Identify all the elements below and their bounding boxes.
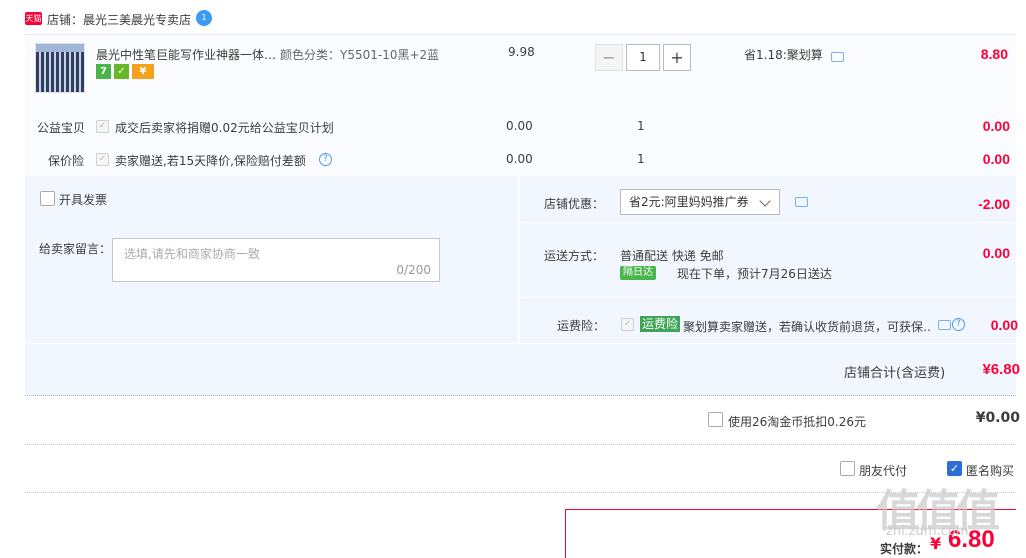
delivery-eta: 现在下单，预计7月26日送达	[677, 267, 832, 281]
quantity-stepper: − 1 +	[595, 44, 691, 71]
help-icon[interactable]: ?	[319, 153, 332, 166]
qty-input[interactable]: 1	[626, 44, 660, 71]
comment-icon[interactable]	[938, 320, 951, 330]
charity-checkbox: ✓	[96, 120, 109, 133]
freight-insurance-tag: 运费险	[640, 316, 681, 332]
freight-insurance-checkbox: ✓	[621, 318, 634, 331]
item-subtotal: 8.80	[980, 46, 1008, 62]
watermark-site: zhi.zdm.com	[886, 524, 969, 539]
price-protect-qty: 1	[637, 152, 645, 166]
credit-card-icon[interactable]: ¥	[132, 64, 154, 79]
price-protect-text: 卖家赠送,若15天降价,保险赔付差额	[115, 154, 306, 168]
freight-insurance-amount: 0.00	[990, 317, 1018, 333]
shop-discount-select[interactable]: 省2元:阿里妈妈推广券	[620, 189, 780, 215]
shop-total-label: 店铺合计(含运费)	[844, 366, 946, 381]
product-thumbnail[interactable]	[35, 43, 85, 93]
divider	[25, 492, 1016, 493]
unit-price: 9.98	[508, 45, 535, 59]
shop-total-amount: ¥6.80	[982, 361, 1020, 378]
service-icons: 7 ✓ ¥	[96, 64, 154, 79]
row-divider	[25, 343, 1016, 344]
message-label: 给卖家留言：	[39, 242, 112, 256]
shop-discount-amount: -2.00	[978, 196, 1010, 212]
charity-total: 0.00	[982, 118, 1010, 134]
help-icon[interactable]: ?	[952, 318, 965, 331]
divider	[25, 444, 1016, 445]
column-divider	[518, 176, 520, 344]
freight-insurance-label: 运费险：	[557, 319, 606, 333]
coins-amount: ¥0.00	[975, 410, 1020, 426]
shop-discount-selected: 省2元:阿里妈妈推广券	[629, 195, 749, 209]
price-protect-price: 0.00	[506, 152, 533, 166]
row-divider	[520, 222, 1016, 223]
charity-text: 成交后卖家将捐赠0.02元给公益宝贝计划	[115, 121, 334, 135]
freight-insurance-text: 聚划算卖家赠送，若确认收货前退货，可获保…	[683, 320, 931, 334]
next-day-tag: 隔日达	[620, 266, 656, 280]
message-char-count: 0/200	[396, 263, 431, 277]
message-placeholder: 选填,请先和商家协商一致	[124, 247, 260, 261]
item-discount: 省1.18:聚划算	[744, 48, 823, 62]
charity-qty: 1	[637, 119, 645, 133]
coins-checkbox[interactable]	[708, 412, 723, 427]
wangwang-chat-icon[interactable]: 1	[196, 10, 212, 26]
payment-label: 实付款：	[880, 542, 929, 556]
invoice-checkbox[interactable]	[40, 191, 55, 206]
anonymous-checkbox[interactable]: ✓	[947, 461, 962, 476]
charity-price: 0.00	[506, 119, 533, 133]
product-title-link[interactable]: 晨光中性笔巨能写作业神器一体…	[96, 46, 276, 63]
seven-day-return-icon[interactable]: 7	[96, 64, 111, 79]
price-protect-checkbox: ✓	[96, 153, 109, 166]
row-divider	[520, 297, 1016, 298]
discount-comment-icon[interactable]	[795, 197, 808, 207]
coins-label: 使用26淘金币抵扣0.26元	[728, 415, 866, 429]
invoice-label: 开具发票	[59, 193, 108, 207]
delivery-label: 运送方式：	[544, 249, 605, 263]
message-textarea[interactable]: 选填,请先和商家协商一致 0/200	[112, 238, 440, 282]
discount-comment-icon[interactable]	[831, 52, 844, 62]
qty-minus-button[interactable]: −	[595, 44, 623, 71]
chevron-down-icon	[759, 195, 771, 207]
tmall-badge: 天猫	[25, 12, 42, 25]
charity-label: 公益宝贝	[37, 121, 86, 135]
shop-discount-label: 店铺优惠：	[544, 197, 605, 211]
shop-name-link[interactable]: 店铺：晨光三美晨光专卖店	[47, 11, 191, 28]
price-protect-label: 保价险	[48, 154, 85, 168]
guarantee-icon[interactable]: ✓	[114, 64, 129, 79]
friend-pay-checkbox[interactable]	[840, 461, 855, 476]
delivery-method: 普通配送 快递 免邮	[620, 249, 724, 263]
qty-plus-button[interactable]: +	[663, 44, 691, 71]
price-protect-total: 0.00	[982, 151, 1010, 167]
product-sku: 颜色分类：Y5501-10黑+2蓝	[280, 48, 440, 62]
delivery-amount: 0.00	[982, 245, 1010, 261]
